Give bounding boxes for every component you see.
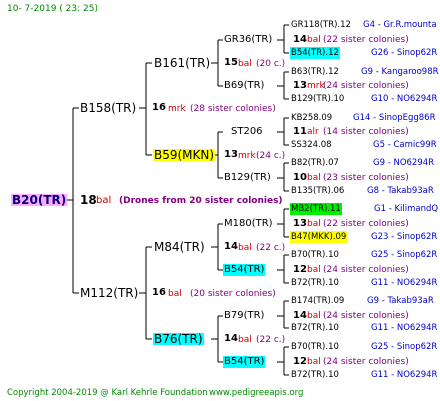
l2-generation-3: 14: [224, 241, 238, 252]
l4-info-15: G25 - Sinop62R: [371, 342, 438, 352]
l4-info-11: G25 - Sinop62R: [371, 250, 438, 260]
l2-generation-2: 13: [224, 149, 238, 160]
l3-note-1: (22 sister colonies): [323, 35, 409, 45]
l4-queen-15[interactable]: B70(TR).10: [291, 341, 339, 353]
l4-info-2: G26 - Sinop62R: [371, 48, 438, 58]
l2-queen-3[interactable]: M84(TR): [154, 241, 205, 253]
l4-queen-12[interactable]: B72(TR).10: [291, 277, 339, 289]
l3-queen-7[interactable]: B79(TR): [224, 310, 264, 322]
l3-note-5: (22 sister colonies): [323, 219, 409, 229]
l4-info-10: G23 - Sinop62R: [371, 232, 438, 242]
root-mark: bal: [96, 195, 112, 206]
l4-info-9: G1 - KilimandQ: [374, 204, 439, 214]
l2-note-4: (22 c.): [256, 335, 286, 345]
l4-info-1: G4 - Gr.R.mounta: [363, 20, 437, 30]
l1-mark-1: mrk: [168, 104, 186, 114]
l3-generation-4: 10: [293, 172, 307, 183]
l3-queen-6[interactable]: B54(TR): [223, 264, 266, 276]
l3-mark-1: bal: [307, 35, 321, 45]
l3-generation-5: 13: [293, 218, 307, 229]
l4-queen-3[interactable]: B63(TR).12: [291, 66, 339, 78]
l3-queen-4[interactable]: B129(TR): [224, 172, 271, 184]
l3-note-2: (24 sister colonies): [323, 81, 409, 91]
l3-generation-8: 12: [293, 356, 307, 367]
l3-queen-2[interactable]: B69(TR): [224, 80, 264, 92]
l4-queen-4[interactable]: B129(TR).10: [291, 93, 344, 105]
l4-queen-11[interactable]: B70(TR).10: [291, 249, 339, 261]
l2-note-3: (22 c.): [256, 243, 286, 253]
l3-mark-6: bal: [307, 265, 321, 275]
l4-queen-16[interactable]: B72(TR).10: [291, 369, 339, 381]
footer-copyright: Copyright 2004-2019 @ Karl Kehrle Founda…: [7, 388, 208, 398]
root-queen[interactable]: B20(TR): [11, 194, 68, 206]
l4-queen-8[interactable]: B135(TR).06: [291, 185, 344, 197]
l3-generation-7: 14: [293, 310, 307, 321]
l4-info-5: G14 - SinopEgg86R: [353, 113, 436, 123]
footer-site-link[interactable]: www.pedigreeapis.org: [209, 387, 303, 399]
header-date: 10- 7-2019 ( 23: 25): [7, 4, 98, 14]
l4-info-16: G11 - NO6294R: [371, 370, 438, 380]
l3-mark-5: bal: [307, 219, 321, 229]
l4-queen-13[interactable]: B174(TR).09: [291, 295, 344, 307]
root-note: (Drones from 20 sister colonies): [119, 196, 283, 206]
l2-mark-4: bal: [238, 335, 252, 345]
l4-queen-6[interactable]: SS324.08: [291, 139, 332, 151]
l4-queen-10[interactable]: B47(MKK).09: [290, 231, 348, 243]
l3-generation-3: 11: [293, 126, 307, 137]
l4-info-6: G5 - Camic99R: [373, 140, 437, 150]
l3-generation-6: 12: [293, 264, 307, 275]
l3-mark-8: bal: [307, 357, 321, 367]
l1-generation-1: 16: [152, 102, 166, 113]
l3-mark-4: bal: [307, 173, 321, 183]
l4-info-13: G9 - Takab93aR: [367, 296, 434, 306]
l2-note-1: (20 c.): [256, 59, 286, 69]
l2-queen-1[interactable]: B161(TR): [154, 57, 210, 69]
l4-info-14: G11 - NO6294R: [371, 323, 438, 333]
l1-mark-2: bal: [168, 289, 182, 299]
l2-queen-4[interactable]: B76(TR): [153, 333, 204, 345]
l3-mark-7: bal: [307, 311, 321, 321]
l3-queen-3[interactable]: ST206: [231, 126, 263, 138]
l2-mark-3: bal: [238, 243, 252, 253]
l3-generation-1: 14: [293, 34, 307, 45]
l2-mark-2: mrk: [238, 151, 256, 161]
l2-note-2: (24 c.): [256, 151, 286, 161]
l4-queen-2[interactable]: B54(TR).12: [290, 47, 340, 59]
l4-info-7: G9 - NO6294R: [373, 158, 435, 168]
l1-note-1: (28 sister colonies): [190, 104, 276, 114]
l3-queen-1[interactable]: GR36(TR): [224, 34, 272, 46]
l1-queen-2[interactable]: M112(TR): [80, 287, 138, 299]
l2-generation-1: 15: [224, 57, 238, 68]
l4-info-3: G9 - Kangaroo98R: [361, 67, 439, 77]
l3-generation-2: 13: [293, 80, 307, 91]
l4-info-4: G10 - NO6294R: [371, 94, 438, 104]
l3-queen-8[interactable]: B54(TR): [223, 356, 266, 368]
l1-note-2: (20 sister colonies): [190, 289, 276, 299]
l4-info-12: G11 - NO6294R: [371, 278, 438, 288]
l4-queen-1[interactable]: GR118(TR).12: [291, 19, 351, 31]
l2-queen-2[interactable]: B59(MKN): [153, 149, 216, 161]
l3-note-3: (14 sister colonies): [323, 127, 409, 137]
l3-note-6: (24 sister colonies): [323, 265, 409, 275]
pedigree-frame: { "header_date": "10- 7-2019 ( 23: 25)",…: [0, 0, 440, 400]
l4-queen-7[interactable]: B82(TR).07: [291, 157, 339, 169]
root-generation: 18: [80, 193, 97, 207]
l4-info-8: G8 - Takab93aR: [367, 186, 434, 196]
l3-queen-5[interactable]: M180(TR): [224, 218, 273, 230]
l4-queen-5[interactable]: KB258.09: [291, 112, 332, 124]
l2-mark-1: bal: [238, 59, 252, 69]
l3-note-7: (24 sister colonies): [323, 311, 409, 321]
l1-queen-1[interactable]: B158(TR): [80, 102, 136, 114]
l3-note-8: (24 sister colonies): [323, 357, 409, 367]
l3-mark-3: alr: [307, 127, 319, 137]
l4-queen-14[interactable]: B72(TR).10: [291, 322, 339, 334]
l1-generation-2: 16: [152, 287, 166, 298]
l3-note-4: (23 sister colonies): [323, 173, 409, 183]
l2-generation-4: 14: [224, 333, 238, 344]
l4-queen-9[interactable]: MB2(TR).11: [290, 203, 342, 215]
